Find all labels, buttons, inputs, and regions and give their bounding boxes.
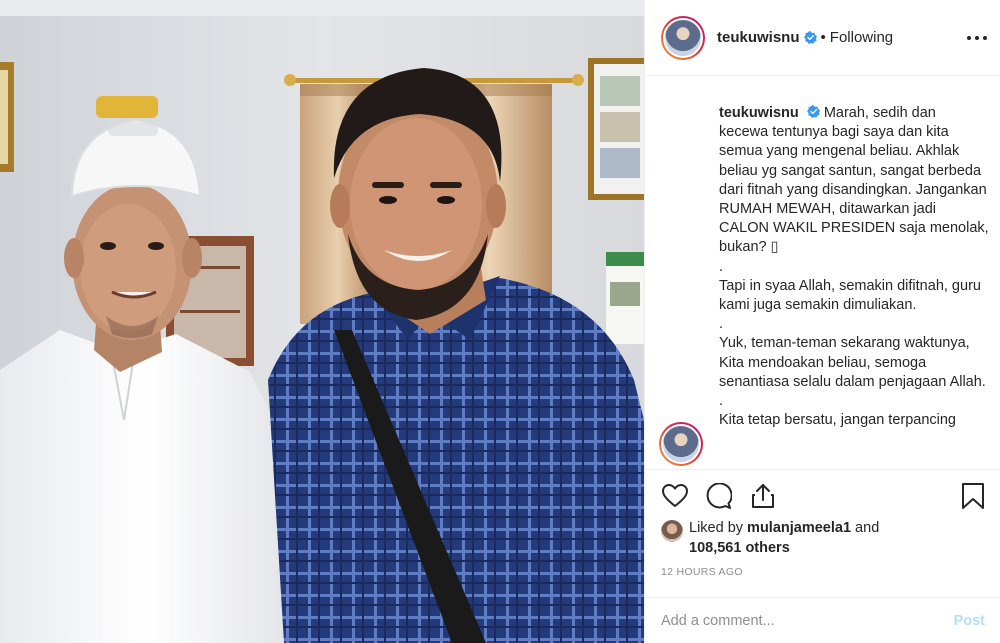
post-details-panel: teukuwisnu • Following teukuwisnu Marah,… — [644, 0, 1000, 643]
caption-author-avatar-image — [661, 424, 701, 464]
post-photo[interactable] — [0, 0, 644, 643]
more-dot-icon — [983, 36, 987, 40]
liker-username[interactable]: mulanjameela1 — [747, 520, 851, 536]
caption-text-4: Kita tetap bersatu, jangan terpancing — [719, 412, 956, 429]
author-avatar[interactable] — [661, 15, 705, 60]
more-dot-icon — [975, 36, 979, 40]
share-icon[interactable] — [749, 482, 777, 510]
author-username[interactable]: teukuwisnu — [717, 29, 800, 46]
comments-scroll-area[interactable]: teukuwisnu Marah, sedih dan kecewa tentu… — [645, 77, 1000, 469]
post-caption: teukuwisnu Marah, sedih dan kecewa tentu… — [719, 104, 989, 430]
likes-prefix: Liked by — [689, 520, 748, 536]
caption-text-2: Tapi in syaa Allah, semakin difitnah, gu… — [719, 277, 981, 314]
caption-author-avatar[interactable] — [659, 422, 703, 466]
likes-and: and — [851, 520, 880, 536]
verified-badge-icon — [803, 31, 817, 44]
comment-input[interactable] — [661, 613, 954, 629]
heart-icon[interactable] — [661, 482, 689, 510]
more-dot-icon — [967, 36, 971, 40]
post-image — [0, 0, 644, 643]
liker-avatar[interactable] — [661, 520, 683, 542]
comment-icon[interactable] — [705, 482, 733, 510]
caption-text-1: Marah, sedih dan kecewa tentunya bagi sa… — [719, 105, 989, 256]
post-timestamp[interactable]: 12 HOURS AGO — [661, 566, 743, 578]
caption-dot: . — [719, 258, 724, 275]
bookmark-icon[interactable] — [961, 482, 989, 510]
following-button[interactable]: Following — [830, 29, 893, 46]
caption-text-3: Yuk, teman-teman sekarang waktunya, Kita… — [719, 335, 986, 390]
more-options-icon[interactable] — [967, 28, 987, 48]
add-comment-bar: Post — [645, 597, 1000, 643]
likes-summary: Liked by mulanjameela1 and 108,561 other… — [661, 518, 929, 558]
header-separator: • — [820, 29, 826, 46]
author-avatar-image — [663, 17, 703, 58]
caption-dot: . — [719, 316, 724, 333]
post-actions-section: Liked by mulanjameela1 and 108,561 other… — [645, 469, 1000, 643]
verified-badge-icon — [806, 105, 820, 118]
likes-others-link[interactable]: 108,561 others — [689, 540, 790, 556]
caption-username[interactable]: teukuwisnu — [719, 105, 799, 121]
likes-text: Liked by mulanjameela1 and 108,561 other… — [689, 518, 929, 558]
caption-dot: . — [719, 393, 724, 410]
action-icons — [661, 482, 777, 510]
post-header: teukuwisnu • Following — [645, 0, 1000, 76]
post-comment-button[interactable]: Post — [954, 613, 985, 629]
